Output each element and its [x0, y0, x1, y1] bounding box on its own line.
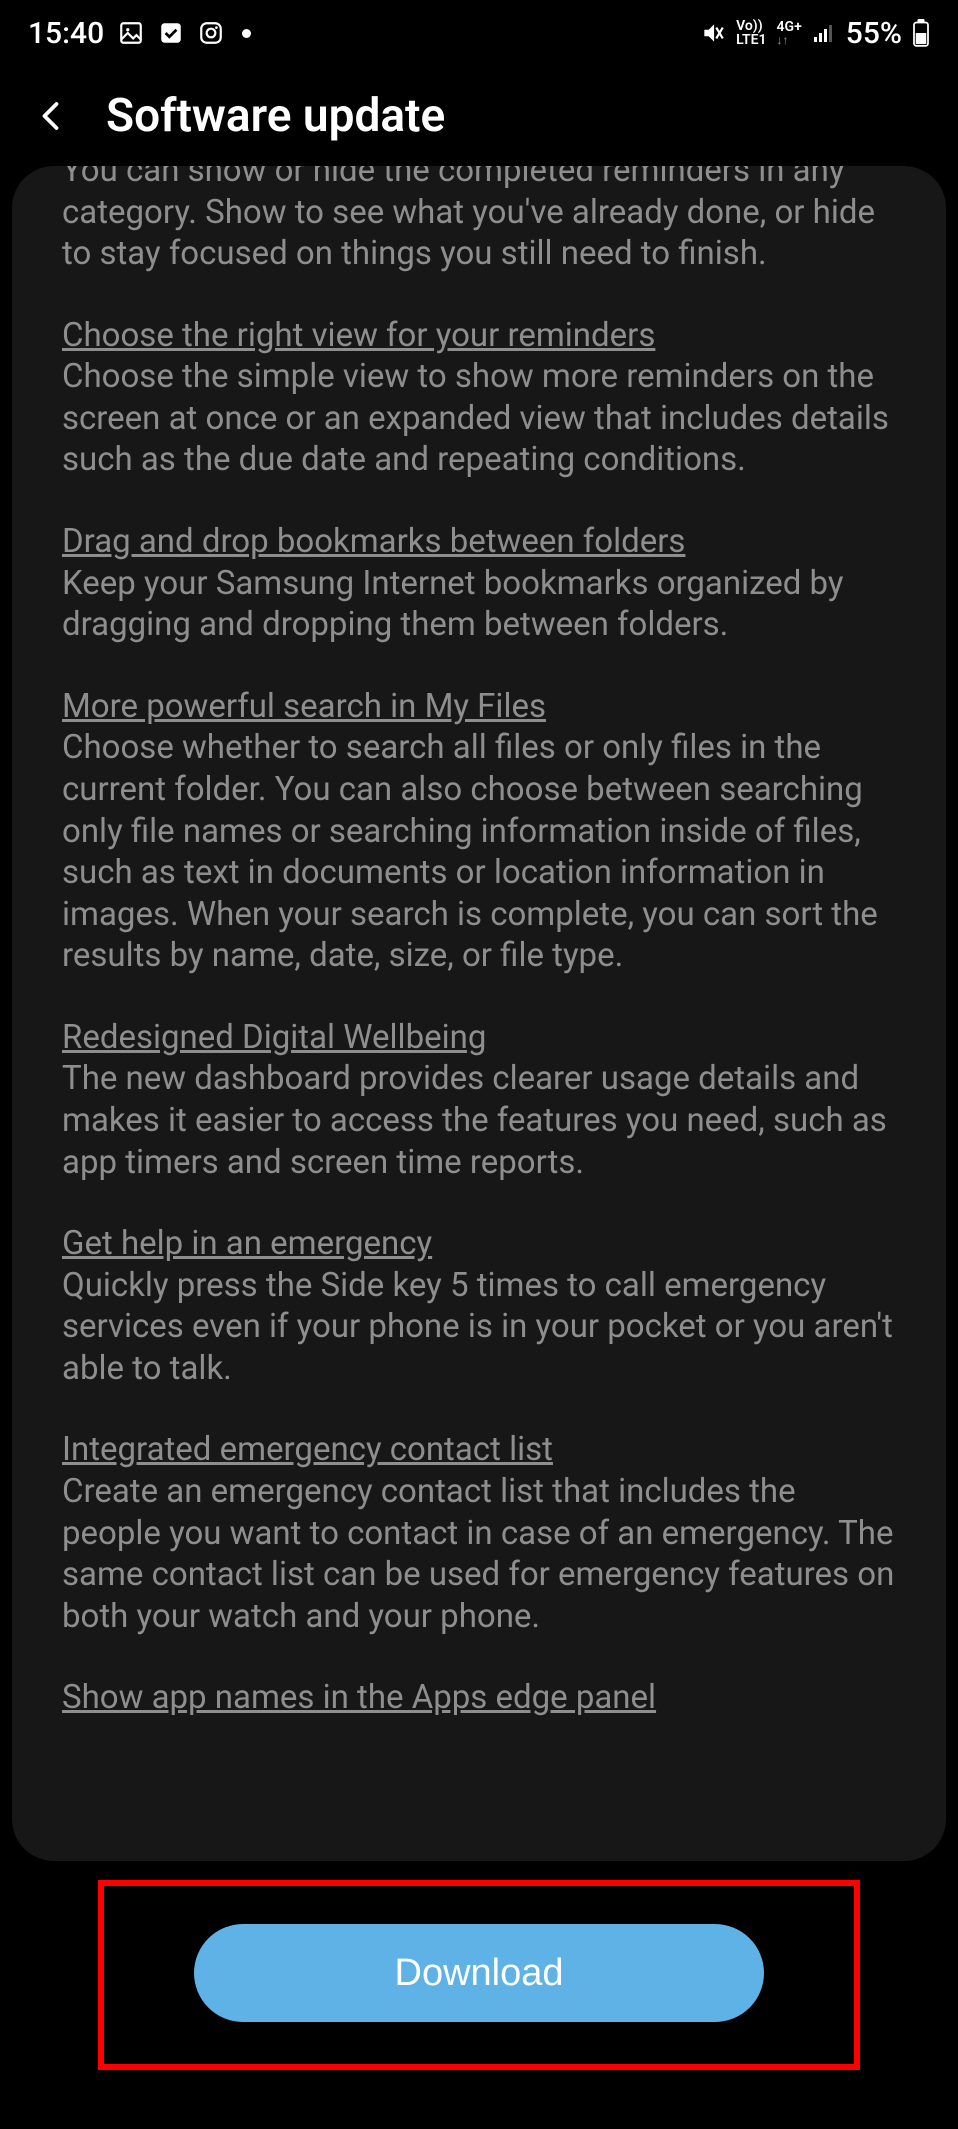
instagram-icon [198, 20, 224, 46]
battery-percent: 55% [846, 16, 902, 51]
section-body: Choose the simple view to show more remi… [62, 357, 889, 479]
section-heading: Integrated emergency contact list [62, 1430, 553, 1469]
footer-area: Download [0, 1880, 958, 2070]
section-body: Create an emergency contact list that in… [62, 1472, 894, 1636]
checkbox-icon [158, 20, 184, 46]
section-body: Choose whether to search all files or on… [62, 728, 878, 975]
status-left: 15:40 [28, 16, 251, 51]
status-time: 15:40 [28, 16, 104, 51]
app-header: Software update [0, 66, 958, 166]
chevron-left-icon [34, 98, 70, 134]
network-type-indicator: 4G+ ↓↑ [777, 20, 802, 46]
section-body: Quickly press the Side key 5 times to ca… [62, 1266, 893, 1388]
section-heading: Get help in an emergency [62, 1224, 432, 1263]
section-heading: Choose the right view for your reminders [62, 316, 655, 355]
section-cutoff-top: You can show or hide the completed remin… [62, 166, 896, 275]
download-button[interactable]: Download [194, 1924, 764, 2022]
section-heading: Drag and drop bookmarks between folders [62, 522, 685, 561]
mute-icon [700, 20, 726, 46]
section-cutoff-bottom: Show app names in the Apps edge panel [62, 1677, 896, 1719]
status-right: Vo)) LTE1 4G+ ↓↑ 55% [700, 16, 930, 51]
section-body: Keep your Samsung Internet bookmarks org… [62, 564, 844, 645]
section-5: Integrated emergency contact list Create… [62, 1429, 896, 1637]
section-body: The new dashboard provides clearer usage… [62, 1059, 887, 1181]
back-button[interactable] [28, 92, 76, 140]
release-notes-panel[interactable]: You can show or hide the completed remin… [12, 166, 946, 1861]
battery-icon [912, 19, 930, 47]
section-3: Redesigned Digital Wellbeing The new das… [62, 1017, 896, 1183]
release-notes-content: You can show or hide the completed remin… [12, 166, 946, 1719]
section-heading: More powerful search in My Files [62, 687, 546, 726]
volte-indicator: Vo)) LTE1 [736, 19, 766, 47]
highlight-annotation: Download [98, 1880, 860, 2070]
status-bar: 15:40 Vo)) LTE1 4G+ ↓↑ 55% [0, 0, 958, 66]
section-2: More powerful search in My Files Choose … [62, 686, 896, 977]
page-title: Software update [106, 89, 445, 143]
section-1: Drag and drop bookmarks between folders … [62, 521, 896, 646]
section-4: Get help in an emergency Quickly press t… [62, 1223, 896, 1389]
signal-icon [812, 21, 836, 45]
cutoff-top-text: You can show or hide the completed remin… [62, 166, 875, 273]
section-heading: Redesigned Digital Wellbeing [62, 1018, 486, 1057]
cutoff-bottom-heading: Show app names in the Apps edge panel [62, 1678, 656, 1717]
section-0: Choose the right view for your reminders… [62, 315, 896, 481]
more-notifications-dot [242, 29, 251, 38]
gallery-icon [118, 20, 144, 46]
